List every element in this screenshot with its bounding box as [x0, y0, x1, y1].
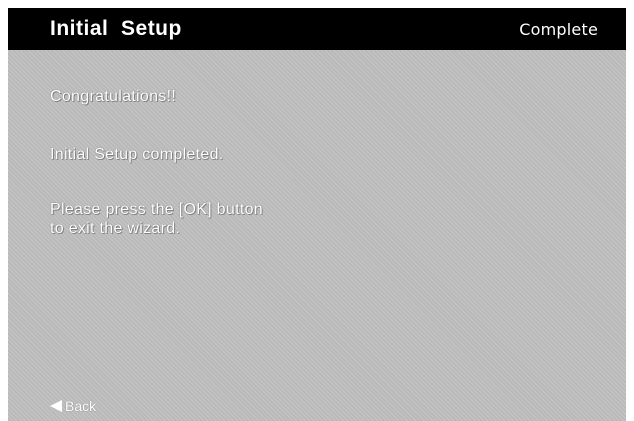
instruction-line-1: Please press the [OK] button	[50, 201, 263, 218]
back-arrow-icon	[50, 400, 62, 412]
title-bar: Initial Setup Complete	[8, 8, 626, 50]
back-label: Back	[65, 398, 97, 414]
back-button[interactable]: Back	[50, 396, 96, 416]
setup-completed-text: Initial Setup completed.	[50, 146, 224, 163]
setup-screen: Initial Setup Complete Congratulations!!…	[8, 8, 626, 421]
instruction-line-2: to exit the wizard.	[50, 220, 181, 237]
page-title: Initial Setup	[50, 17, 182, 40]
instruction-text: Please press the [OK] button to exit the…	[50, 200, 370, 238]
step-indicator: Complete	[519, 20, 598, 39]
congratulations-text: Congratulations!!	[50, 88, 177, 105]
